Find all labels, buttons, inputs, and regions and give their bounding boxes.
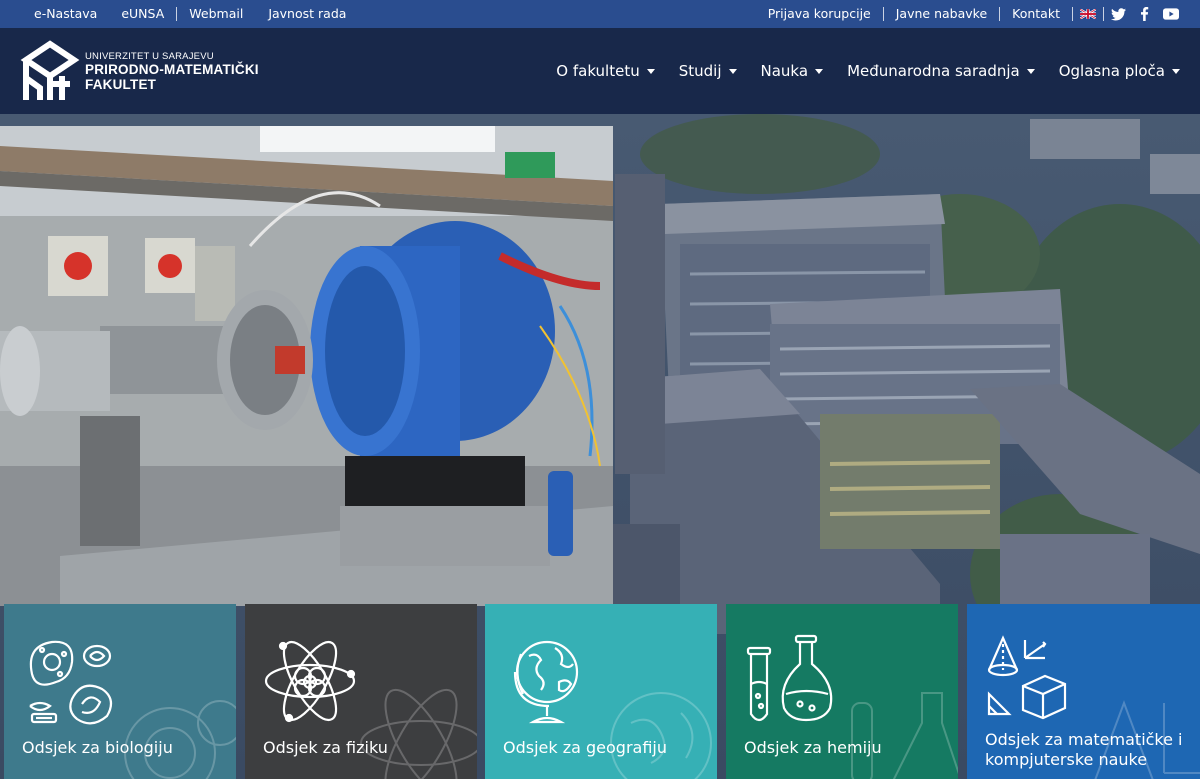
logo-text: UNIVERZITET U SARAJEVU PRIRODNO-MATEMATI…: [85, 51, 259, 92]
atom-icon: [360, 688, 477, 779]
top-utility-bar: e-Nastava eUNSA Webmail Javnost rada Pri…: [0, 0, 1200, 28]
chevron-down-icon: [1026, 68, 1035, 74]
facebook-icon[interactable]: [1133, 7, 1156, 21]
tile-mathematics[interactable]: Odsjek za matematičke i kompjuterske nau…: [967, 604, 1200, 779]
logo-university: UNIVERZITET U SARAJEVU: [85, 50, 214, 62]
chevron-down-icon: [815, 68, 824, 74]
globe-icon: [513, 640, 579, 724]
site-header: UNIVERZITET U SARAJEVU PRIRODNO-MATEMATI…: [0, 28, 1200, 114]
link-javne-nabavke[interactable]: Javne nabavke: [884, 7, 999, 21]
link-e-nastava[interactable]: e-Nastava: [22, 7, 109, 21]
link-javnost-rada[interactable]: Javnost rada: [256, 7, 358, 21]
tile-biology[interactable]: Odsjek za biologiju: [4, 604, 236, 779]
chevron-down-icon: [728, 68, 737, 74]
nav-nauka[interactable]: Nauka: [761, 62, 824, 80]
tile-physics[interactable]: Odsjek za fiziku: [245, 604, 477, 779]
uk-flag-icon[interactable]: [1073, 9, 1103, 19]
laboratory-equipment-photo: [0, 126, 613, 606]
link-prijava-korupcije[interactable]: Prijava korupcije: [756, 7, 883, 21]
nav-o-fakultetu[interactable]: O fakultetu: [556, 62, 655, 80]
tile-label: Odsjek za hemiju: [744, 738, 882, 757]
chevron-down-icon: [646, 68, 655, 74]
pmf-logo-icon: [20, 40, 80, 100]
flask-icon: [851, 692, 958, 779]
tile-label: Odsjek za matematičke i kompjuterske nau…: [985, 730, 1183, 769]
tile-geography[interactable]: Odsjek za geografiju: [485, 604, 717, 779]
topbar-left-links: e-Nastava eUNSA Webmail Javnost rada: [22, 0, 358, 28]
logo-faculty: FAKULTET: [85, 76, 157, 92]
topbar-right-links: Prijava korupcije Javne nabavke Kontakt: [756, 0, 1186, 28]
nav-label: Međunarodna saradnja: [847, 62, 1020, 80]
faculty-logo[interactable]: UNIVERZITET U SARAJEVU PRIRODNO-MATEMATI…: [20, 38, 259, 104]
nav-label: O fakultetu: [556, 62, 640, 80]
nav-medjunarodna-saradnja[interactable]: Međunarodna saradnja: [847, 62, 1035, 80]
logo-faculty-name: PRIRODNO-MATEMATIČKI: [85, 61, 259, 77]
nav-label: Nauka: [760, 62, 809, 80]
geometry-icon: [987, 635, 1067, 720]
hero-section: Odsjek za biologiju Odsjek za fiziku Ods…: [0, 114, 1200, 779]
tile-label: Odsjek za fiziku: [263, 738, 388, 757]
biology-cells-icon: [124, 700, 236, 779]
atom-icon: [264, 640, 356, 723]
biology-cells-icon: [29, 640, 113, 725]
nav-label: Studij: [678, 62, 722, 80]
link-eunsa[interactable]: eUNSA: [109, 7, 176, 21]
flask-icon: [746, 634, 833, 722]
tile-chemistry[interactable]: Odsjek za hemiju: [726, 604, 958, 779]
nav-oglasna-ploca[interactable]: Oglasna ploča: [1059, 62, 1180, 80]
tile-label: Odsjek za geografiju: [503, 738, 668, 757]
chevron-down-icon: [1172, 68, 1180, 74]
link-webmail[interactable]: Webmail: [177, 7, 255, 21]
link-kontakt[interactable]: Kontakt: [1000, 7, 1072, 21]
youtube-icon[interactable]: [1156, 8, 1186, 20]
nav-studij[interactable]: Studij: [679, 62, 737, 80]
twitter-icon[interactable]: [1104, 7, 1133, 21]
main-navigation: O fakultetu Studij Nauka Međunarodna sar…: [532, 28, 1180, 114]
globe-icon: [610, 692, 712, 779]
nav-label: Oglasna ploča: [1058, 62, 1165, 80]
tile-label: Odsjek za biologiju: [22, 738, 173, 757]
